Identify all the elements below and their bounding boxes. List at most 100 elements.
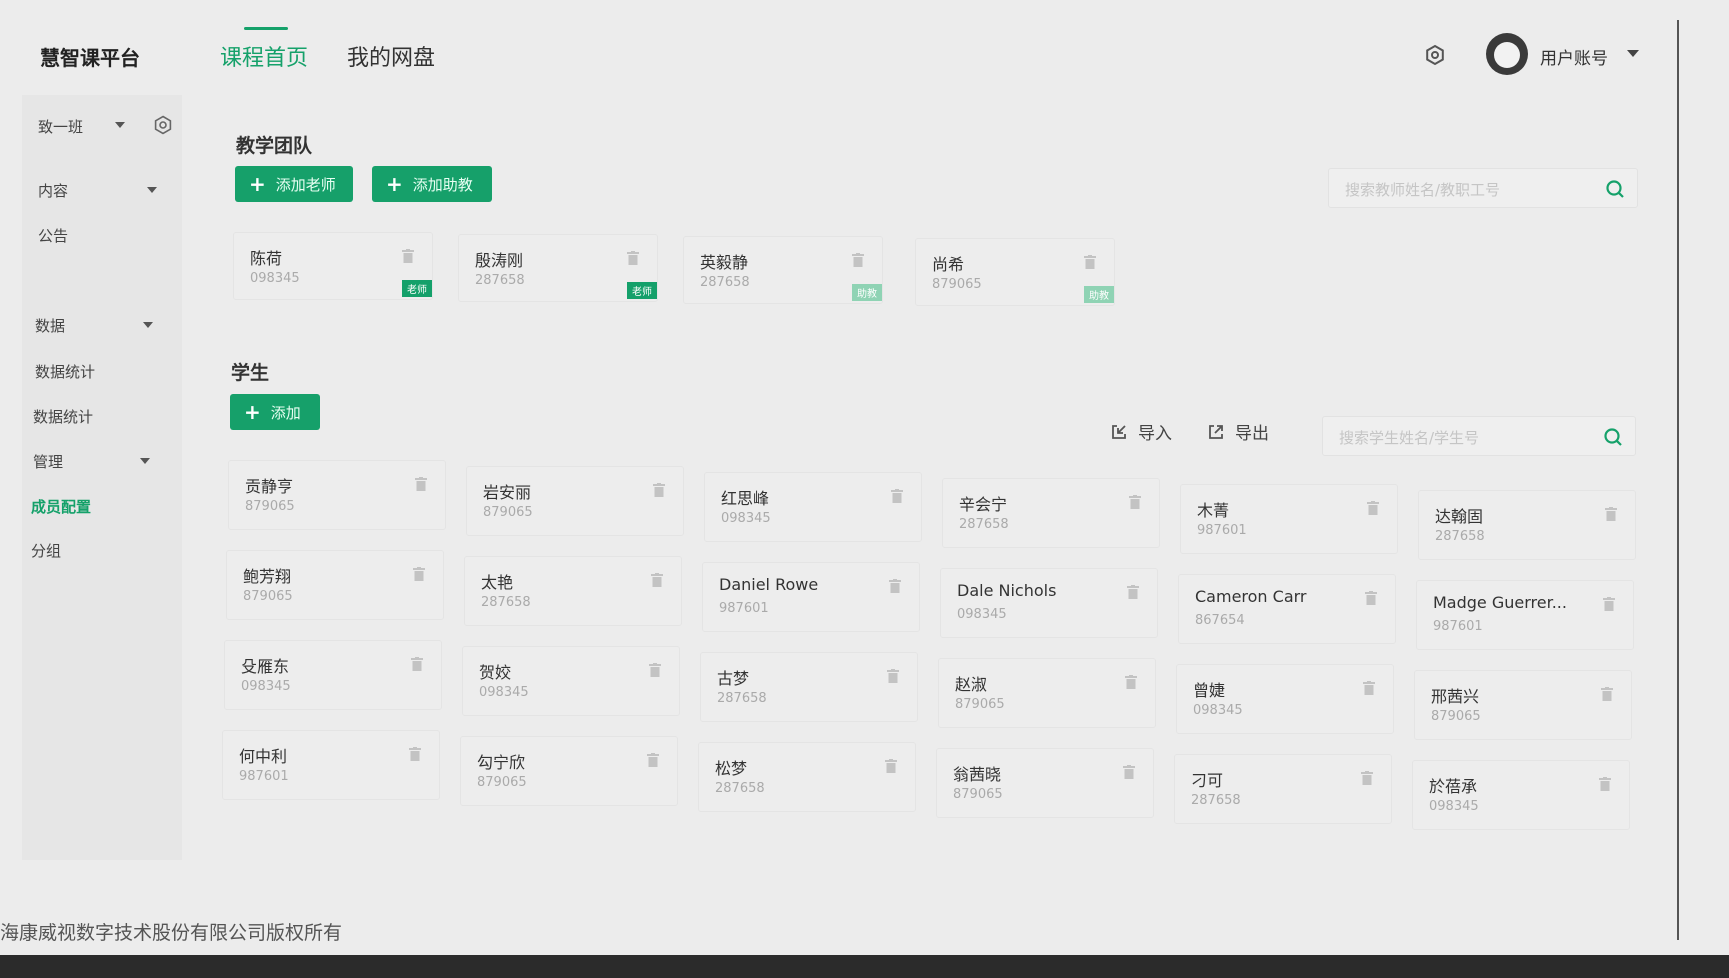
add-student-button[interactable]: + 添加 xyxy=(230,394,320,430)
chevron-down-icon[interactable] xyxy=(143,322,153,328)
student-name: 红思峰 xyxy=(721,489,770,508)
student-card[interactable]: 鲍芳翔 879065 xyxy=(226,550,444,620)
student-card[interactable]: 邢茜兴 879065 xyxy=(1414,670,1632,740)
student-card[interactable]: 曾婕 098345 xyxy=(1176,664,1394,734)
trash-icon[interactable] xyxy=(647,753,659,767)
user-account-label[interactable]: 用户账号 xyxy=(1540,44,1608,69)
search-icon[interactable] xyxy=(1605,179,1625,199)
trash-icon[interactable] xyxy=(1129,495,1141,509)
sidebar-item-data-stats-2[interactable]: 数据统计 xyxy=(33,406,93,427)
export-button[interactable]: 导出 xyxy=(1207,419,1269,444)
student-name: 贺姣 xyxy=(479,663,512,682)
trash-icon[interactable] xyxy=(627,251,639,265)
student-card[interactable]: 刁可 287658 xyxy=(1174,754,1392,824)
chevron-down-icon[interactable] xyxy=(1627,50,1639,57)
student-name: 勾宁欣 xyxy=(477,753,526,772)
student-card[interactable]: 红思峰 098345 xyxy=(704,472,922,542)
trash-icon[interactable] xyxy=(1361,771,1373,785)
trash-icon[interactable] xyxy=(1127,585,1139,599)
sidebar-item-manage[interactable]: 管理 xyxy=(33,451,63,472)
student-card[interactable]: 勾宁欣 879065 xyxy=(460,736,678,806)
trash-icon[interactable] xyxy=(885,759,897,773)
student-name: 曾婕 xyxy=(1193,681,1226,700)
trash-icon[interactable] xyxy=(411,657,423,671)
trash-icon[interactable] xyxy=(1605,507,1617,521)
search-icon[interactable] xyxy=(1603,427,1623,447)
team-member-card[interactable]: 尚希 879065 助教 xyxy=(915,238,1115,306)
trash-icon[interactable] xyxy=(1365,591,1377,605)
trash-icon[interactable] xyxy=(1123,765,1135,779)
student-card[interactable]: 古梦 287658 xyxy=(700,652,918,722)
nav-course-home[interactable]: 课程首页 xyxy=(220,40,308,72)
trash-icon[interactable] xyxy=(651,573,663,587)
student-card[interactable]: 木菁 987601 xyxy=(1180,484,1398,554)
add-teacher-button[interactable]: + 添加老师 xyxy=(235,166,353,202)
nav-my-drive[interactable]: 我的网盘 xyxy=(347,40,435,72)
trash-icon[interactable] xyxy=(887,669,899,683)
gear-icon[interactable] xyxy=(153,115,173,135)
student-card[interactable]: Daniel Rowe 987601 xyxy=(702,562,920,632)
student-card[interactable]: 贺姣 098345 xyxy=(462,646,680,716)
add-ta-button[interactable]: + 添加助教 xyxy=(372,166,492,202)
student-id: 879065 xyxy=(477,775,527,790)
avatar[interactable] xyxy=(1486,33,1528,75)
student-card[interactable]: Madge Guerrer... 987601 xyxy=(1416,580,1634,650)
team-member-card[interactable]: 殷涛刚 287658 老师 xyxy=(458,234,658,302)
teacher-search-input[interactable]: 搜索教师姓名/教职工号 xyxy=(1328,168,1638,208)
trash-icon[interactable] xyxy=(1599,777,1611,791)
sidebar-item-content[interactable]: 内容 xyxy=(38,180,68,201)
trash-icon[interactable] xyxy=(1084,255,1096,269)
student-card[interactable]: 何中利 987601 xyxy=(222,730,440,800)
sidebar-item-notice[interactable]: 公告 xyxy=(38,225,68,246)
trash-icon[interactable] xyxy=(1363,681,1375,695)
student-card[interactable]: 贡静亨 879065 xyxy=(228,460,446,530)
trash-icon[interactable] xyxy=(1125,675,1137,689)
settings-icon[interactable] xyxy=(1424,44,1446,66)
member-id: 287658 xyxy=(700,275,750,290)
student-id: 098345 xyxy=(957,607,1007,622)
student-card[interactable]: Cameron Carr 867654 xyxy=(1178,574,1396,644)
student-name: 岩安丽 xyxy=(483,483,532,502)
trash-icon[interactable] xyxy=(1603,597,1615,611)
class-select[interactable]: 致一班 xyxy=(38,116,83,137)
student-id: 879065 xyxy=(1431,709,1481,724)
student-card[interactable]: 太艳 287658 xyxy=(464,556,682,626)
trash-icon[interactable] xyxy=(889,579,901,593)
import-button[interactable]: 导入 xyxy=(1110,419,1172,444)
student-card[interactable]: Dale Nichols 098345 xyxy=(940,568,1158,638)
trash-icon[interactable] xyxy=(413,567,425,581)
chevron-down-icon[interactable] xyxy=(140,458,150,464)
member-name: 殷涛刚 xyxy=(475,251,524,270)
student-search-input[interactable]: 搜索学生姓名/学生号 xyxy=(1322,416,1636,456)
trash-icon[interactable] xyxy=(852,253,864,267)
student-card[interactable]: 达翰固 287658 xyxy=(1418,490,1636,560)
student-card[interactable]: 赵淑 879065 xyxy=(938,658,1156,728)
trash-icon[interactable] xyxy=(653,483,665,497)
trash-icon[interactable] xyxy=(891,489,903,503)
student-card[interactable]: 翁茜晓 879065 xyxy=(936,748,1154,818)
sidebar-item-data-stats-1[interactable]: 数据统计 xyxy=(35,361,95,382)
students-section-title: 学生 xyxy=(231,362,270,384)
team-member-card[interactable]: 英毅静 287658 助教 xyxy=(683,236,883,304)
student-name: 古梦 xyxy=(717,669,750,688)
student-id: 879065 xyxy=(955,697,1005,712)
sidebar-item-data[interactable]: 数据 xyxy=(35,315,65,336)
chevron-down-icon[interactable] xyxy=(147,187,157,193)
export-icon xyxy=(1209,424,1223,439)
student-card[interactable]: 松梦 287658 xyxy=(698,742,916,812)
student-card[interactable]: 殳雁东 098345 xyxy=(224,640,442,710)
trash-icon[interactable] xyxy=(649,663,661,677)
trash-icon[interactable] xyxy=(1601,687,1613,701)
student-card[interactable]: 於蓓承 098345 xyxy=(1412,760,1630,830)
trash-icon[interactable] xyxy=(402,249,414,263)
trash-icon[interactable] xyxy=(409,747,421,761)
role-badge: 老师 xyxy=(402,280,432,297)
chevron-down-icon[interactable] xyxy=(115,122,125,128)
student-card[interactable]: 辛会宁 287658 xyxy=(942,478,1160,548)
trash-icon[interactable] xyxy=(1367,501,1379,515)
student-card[interactable]: 岩安丽 879065 xyxy=(466,466,684,536)
team-member-card[interactable]: 陈荷 098345 老师 xyxy=(233,232,433,300)
trash-icon[interactable] xyxy=(415,477,427,491)
sidebar-item-group[interactable]: 分组 xyxy=(31,540,61,561)
sidebar-item-member-config[interactable]: 成员配置 xyxy=(31,496,91,517)
